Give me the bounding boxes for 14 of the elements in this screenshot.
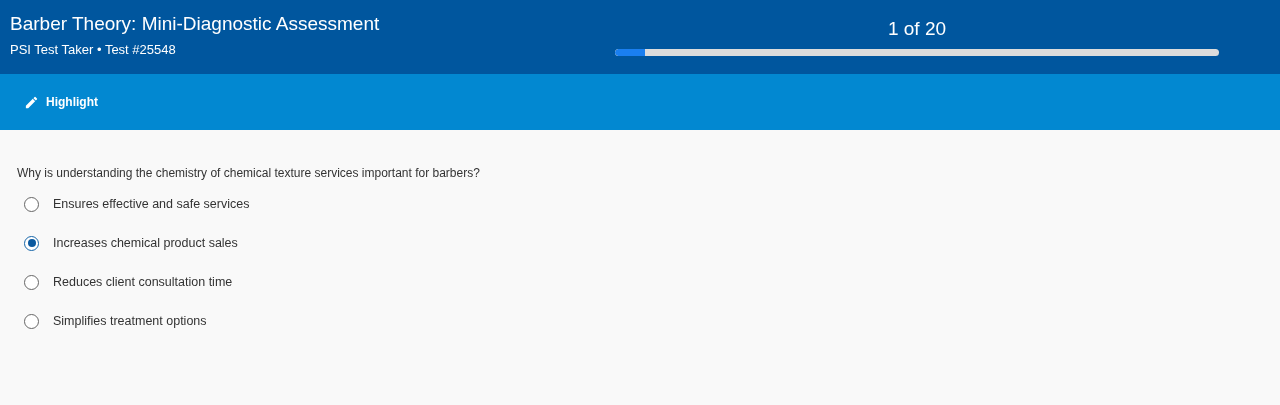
- answer-option[interactable]: Reduces client consultation time: [24, 272, 1280, 292]
- radio-button[interactable]: [24, 313, 39, 329]
- answer-option[interactable]: Increases chemical product sales: [24, 233, 1280, 253]
- radio-button[interactable]: [24, 196, 39, 212]
- highlight-button[interactable]: Highlight: [24, 94, 98, 110]
- progress-label: 1 of 20: [887, 18, 947, 40]
- answer-option[interactable]: Simplifies treatment options: [24, 311, 1280, 331]
- test-subtitle: PSI Test Taker • Test #25548: [10, 42, 177, 58]
- question-text: Why is understanding the chemistry of chemical texture services important for barbers?: [17, 165, 481, 181]
- test-title: Barber Theory: Mini-Diagnostic Assessment: [10, 12, 381, 36]
- radio-button[interactable]: [24, 235, 39, 251]
- answer-option[interactable]: Ensures effective and safe services: [24, 194, 1280, 214]
- pencil-icon: [24, 94, 39, 110]
- radio-button[interactable]: [24, 274, 39, 290]
